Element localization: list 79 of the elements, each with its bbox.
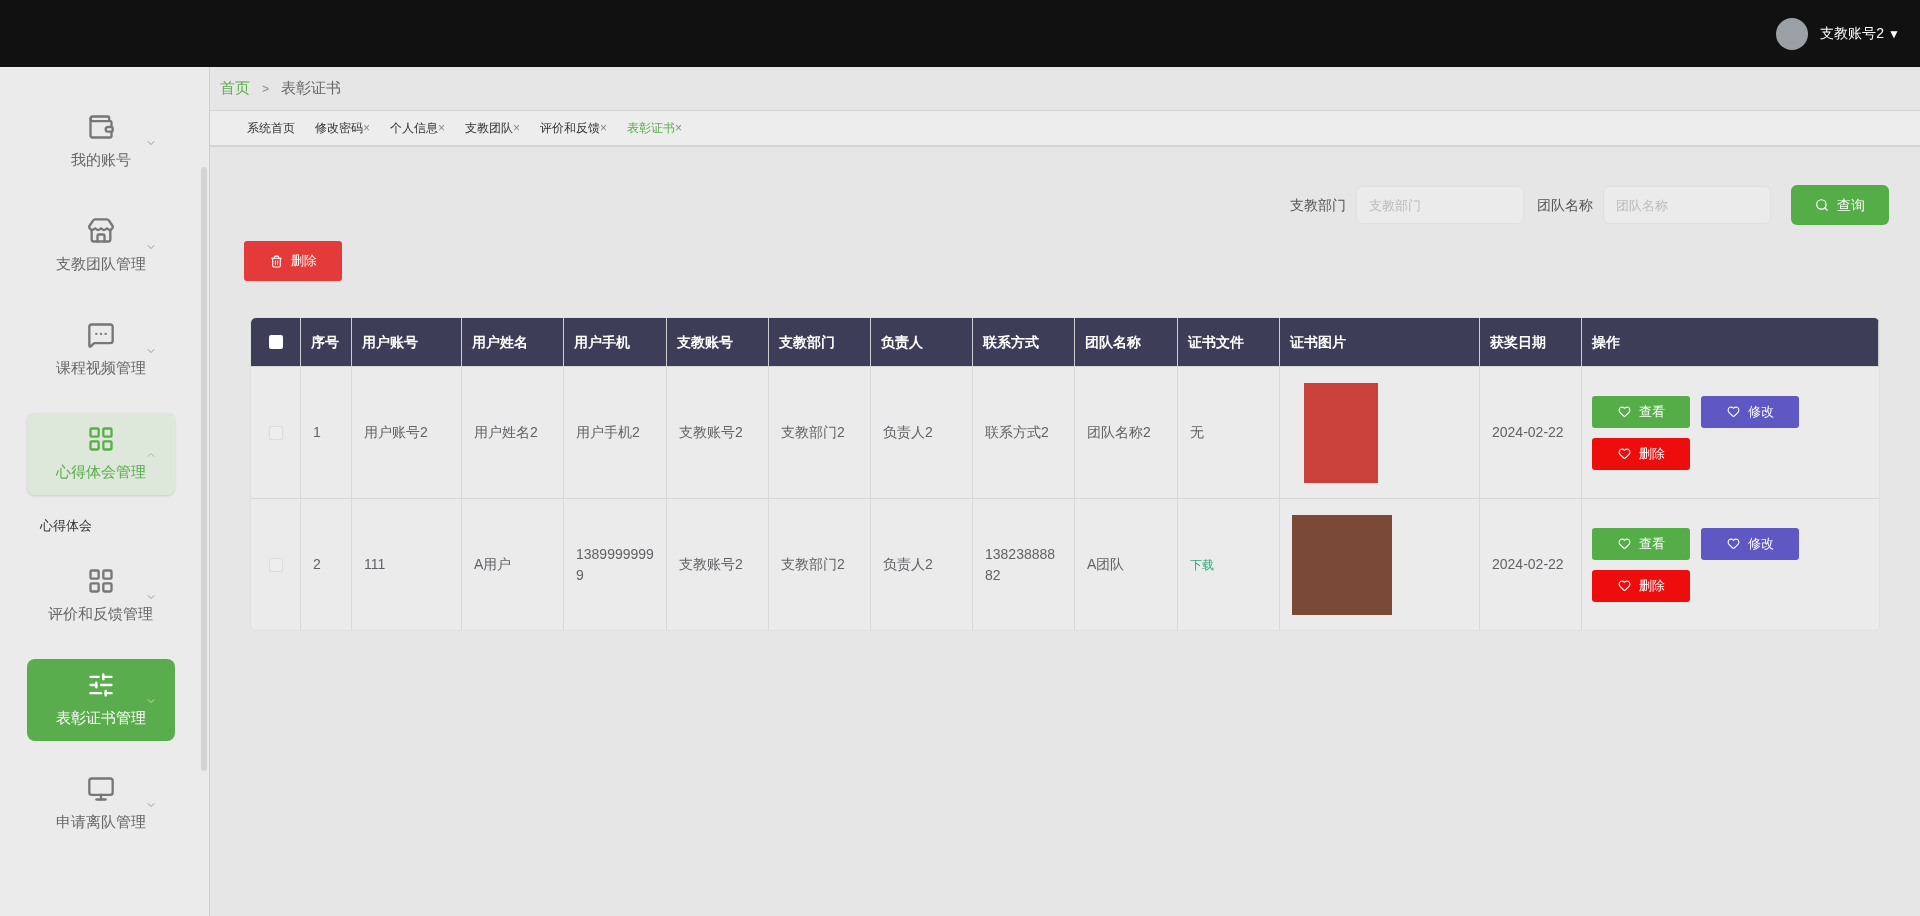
table-cell-text: 支教账号2 bbox=[679, 555, 743, 574]
monitor-icon bbox=[86, 774, 115, 803]
column-header: 负责人 bbox=[881, 332, 923, 352]
table-cell-text: 支教部门2 bbox=[781, 555, 845, 574]
tab[interactable]: 表彰证书× bbox=[627, 119, 683, 137]
table-cell-text: 支教账号2 bbox=[679, 423, 743, 442]
field-label: 支教部门 bbox=[1290, 195, 1346, 215]
store-icon bbox=[86, 216, 115, 245]
column-header: 团队名称 bbox=[1085, 332, 1141, 352]
tab[interactable]: 系统首页 bbox=[247, 119, 295, 137]
chat-icon bbox=[86, 320, 115, 349]
trash-icon bbox=[269, 254, 283, 268]
heart-icon bbox=[1617, 579, 1631, 592]
field-label: 团队名称 bbox=[1537, 195, 1593, 215]
wallet-icon bbox=[86, 112, 115, 141]
tab[interactable]: 修改密码× bbox=[315, 119, 370, 137]
user-name[interactable]: 支教账号2 bbox=[1820, 23, 1885, 44]
column-header: 用户姓名 bbox=[472, 332, 528, 352]
sliders-icon bbox=[86, 670, 115, 699]
column-header: 支教部门 bbox=[779, 332, 835, 352]
action-button[interactable]: 查看 bbox=[1592, 527, 1690, 560]
action-button[interactable]: 删除 bbox=[1592, 437, 1690, 470]
table-cell-text: 2024-02-22 bbox=[1492, 423, 1564, 442]
column-header: 操作 bbox=[1592, 332, 1620, 352]
heart-icon bbox=[1617, 447, 1631, 460]
table-cell-text: 无 bbox=[1190, 423, 1204, 442]
table-cell-text: 负责人2 bbox=[883, 423, 933, 442]
heart-icon bbox=[1726, 405, 1740, 418]
download-link[interactable]: 下载 bbox=[1190, 555, 1214, 574]
delete-button[interactable]: 删除 bbox=[244, 241, 342, 281]
caret-icon[interactable]: ▼ bbox=[1888, 24, 1900, 43]
tab[interactable]: 支教团队× bbox=[465, 119, 521, 137]
grid-icon bbox=[86, 566, 115, 595]
column-header: 用户手机 bbox=[574, 332, 630, 352]
column-header: 证书文件 bbox=[1188, 332, 1244, 352]
table-cell-text: 2 bbox=[313, 555, 321, 574]
sidebar-item[interactable]: 表彰证书管理 bbox=[26, 659, 175, 741]
table-cell-text: 用户姓名2 bbox=[474, 423, 538, 442]
sidebar-item[interactable]: 我的账号 bbox=[26, 101, 175, 183]
breadcrumb-separator: > bbox=[262, 80, 269, 98]
table-cell-text: 用户账号2 bbox=[364, 423, 428, 442]
column-header: 支教账号 bbox=[677, 332, 733, 352]
heart-icon bbox=[1617, 405, 1631, 418]
action-button[interactable]: 删除 bbox=[1592, 569, 1690, 602]
table-cell-text: 联系方式2 bbox=[985, 423, 1049, 442]
grid-icon bbox=[86, 424, 115, 453]
action-button[interactable]: 查看 bbox=[1592, 395, 1690, 428]
table-cell-text: 13823888882 bbox=[985, 544, 1057, 585]
sidebar-item[interactable]: 支教团队管理 bbox=[26, 205, 175, 287]
table-cell-text: 13899999999 bbox=[576, 544, 654, 585]
column-header: 序号 bbox=[311, 332, 339, 352]
sidebar-item[interactable]: 申请离队管理 bbox=[26, 763, 175, 845]
checkbox[interactable] bbox=[268, 335, 283, 349]
sidebar-item[interactable]: 评价和反馈管理 bbox=[26, 555, 175, 637]
table-cell-text: 1 bbox=[313, 423, 321, 442]
column-header: 用户账号 bbox=[362, 332, 418, 352]
sidebar-item[interactable]: 课程视频管理 bbox=[26, 309, 175, 391]
submenu-item[interactable]: 心得体会 bbox=[40, 518, 92, 533]
table-cell-text: A用户 bbox=[474, 555, 512, 574]
breadcrumb-current: 表彰证书 bbox=[281, 78, 341, 99]
table-cell-text: 支教部门2 bbox=[781, 423, 845, 442]
table-cell-text: 团队名称2 bbox=[1087, 423, 1151, 442]
table-cell-text: 111 bbox=[364, 555, 386, 574]
column-header: 获奖日期 bbox=[1490, 332, 1546, 352]
heart-icon bbox=[1726, 537, 1740, 550]
search-icon bbox=[1815, 198, 1829, 212]
tab[interactable]: 评价和反馈× bbox=[540, 119, 608, 137]
table-cell-text: 负责人2 bbox=[883, 555, 933, 574]
column-header: 联系方式 bbox=[983, 332, 1039, 352]
avatar[interactable] bbox=[1776, 17, 1809, 50]
table-cell-text: 2024-02-22 bbox=[1492, 555, 1564, 574]
table-cell-text: A团队 bbox=[1087, 555, 1125, 574]
table-cell-text: 用户手机2 bbox=[576, 423, 640, 442]
search-button[interactable]: 查询 bbox=[1791, 185, 1889, 225]
tab[interactable]: 个人信息× bbox=[390, 119, 446, 137]
action-button[interactable]: 修改 bbox=[1701, 395, 1799, 428]
heart-icon bbox=[1617, 537, 1631, 550]
action-button[interactable]: 修改 bbox=[1701, 527, 1799, 560]
column-header: 证书图片 bbox=[1290, 332, 1346, 352]
